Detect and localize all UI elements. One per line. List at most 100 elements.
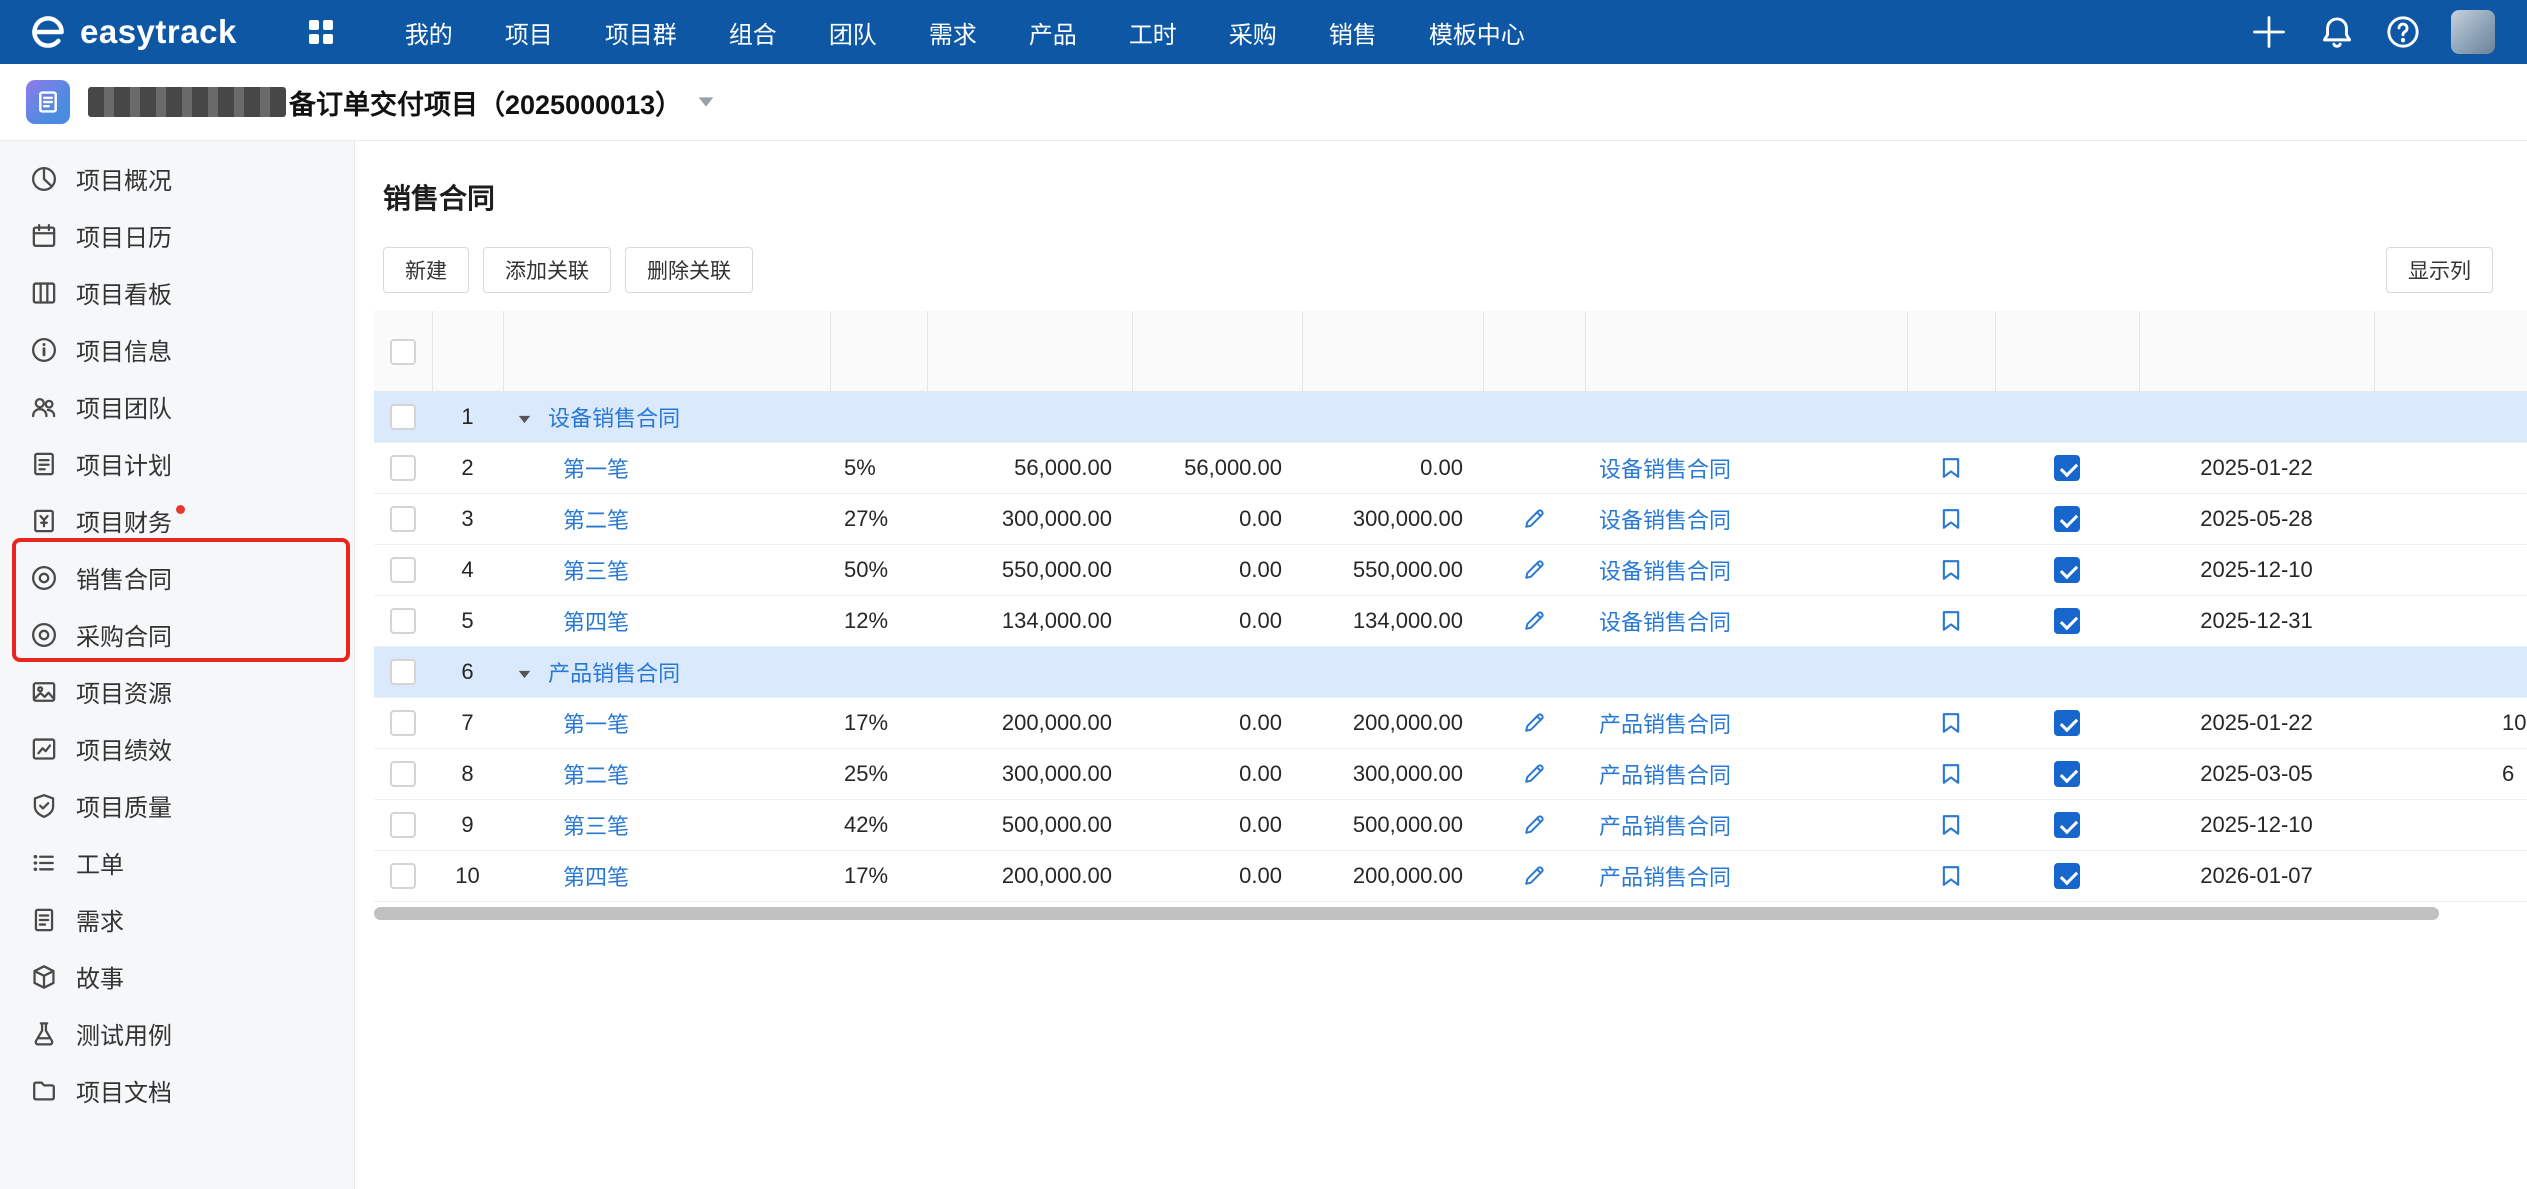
- row-seq: 3: [432, 493, 503, 544]
- collapse-caret-icon[interactable]: [517, 414, 532, 425]
- app-logo[interactable]: easytrack: [0, 12, 237, 52]
- column-header: [2139, 311, 2374, 391]
- plan-date-cell: 2025-03-05: [2139, 748, 2374, 799]
- stage-icon[interactable]: [1938, 506, 1964, 532]
- sidebar-item[interactable]: 需求: [0, 891, 354, 948]
- parent-contract-link[interactable]: 设备销售合同: [1599, 559, 1731, 584]
- collapse-caret-icon[interactable]: [517, 669, 532, 680]
- plan-source-checkbox[interactable]: [2054, 608, 2080, 634]
- nav-item[interactable]: 项目群: [579, 0, 703, 64]
- nav-item[interactable]: 产品: [1003, 0, 1103, 64]
- row-checkbox[interactable]: [390, 608, 416, 634]
- edit-payment-icon[interactable]: [1521, 608, 1547, 634]
- contract-group-link[interactable]: 设备销售合同: [548, 406, 680, 431]
- stage-icon[interactable]: [1938, 608, 1964, 634]
- sidebar-item[interactable]: 项目信息: [0, 321, 354, 378]
- row-checkbox[interactable]: [390, 557, 416, 583]
- row-checkbox[interactable]: [390, 863, 416, 889]
- plan-source-checkbox[interactable]: [2054, 506, 2080, 532]
- nav-item[interactable]: 团队: [803, 0, 903, 64]
- project-switcher-caret-icon[interactable]: [696, 95, 716, 109]
- row-checkbox[interactable]: [390, 506, 416, 532]
- scrollbar-thumb[interactable]: [374, 907, 2439, 920]
- payment-name-link[interactable]: 第二笔: [563, 763, 629, 788]
- stage-icon[interactable]: [1938, 761, 1964, 787]
- parent-contract-link[interactable]: 设备销售合同: [1599, 457, 1731, 482]
- payment-name-link[interactable]: 第二笔: [563, 508, 629, 533]
- edit-payment-icon[interactable]: [1521, 761, 1547, 787]
- payment-name-link[interactable]: 第三笔: [563, 814, 629, 839]
- plan-source-checkbox[interactable]: [2054, 812, 2080, 838]
- row-checkbox[interactable]: [390, 455, 416, 481]
- help-icon[interactable]: [2385, 14, 2421, 50]
- parent-contract-link[interactable]: 产品销售合同: [1599, 763, 1731, 788]
- payment-name-link[interactable]: 第四笔: [563, 610, 629, 635]
- nav-item[interactable]: 销售: [1303, 0, 1403, 64]
- sidebar-item[interactable]: 项目计划: [0, 435, 354, 492]
- user-avatar[interactable]: [2451, 10, 2495, 54]
- nav-item[interactable]: 工时: [1103, 0, 1203, 64]
- sidebar-item[interactable]: 项目团队: [0, 378, 354, 435]
- edit-payment-icon[interactable]: [1521, 812, 1547, 838]
- stage-icon[interactable]: [1938, 455, 1964, 481]
- bell-icon[interactable]: [2319, 14, 2355, 50]
- sidebar-item[interactable]: 测试用例: [0, 1005, 354, 1062]
- plan-source-checkbox[interactable]: [2054, 761, 2080, 787]
- sidebar-item[interactable]: 项目文档: [0, 1062, 354, 1119]
- payment-name-link[interactable]: 第三笔: [563, 559, 629, 584]
- parent-contract-link[interactable]: 产品销售合同: [1599, 712, 1731, 737]
- horizontal-scrollbar[interactable]: [374, 907, 2527, 921]
- add-icon[interactable]: [2249, 12, 2289, 52]
- sidebar-item[interactable]: 项目财务: [0, 492, 354, 549]
- app-grid-icon[interactable]: [305, 16, 337, 48]
- sidebar-item[interactable]: 项目日历: [0, 207, 354, 264]
- row-checkbox[interactable]: [390, 659, 416, 685]
- row-checkbox[interactable]: [390, 404, 416, 430]
- stage-icon[interactable]: [1938, 557, 1964, 583]
- new-button[interactable]: 新建: [383, 247, 469, 293]
- sidebar-item[interactable]: 项目资源: [0, 663, 354, 720]
- sidebar-item[interactable]: 项目质量: [0, 777, 354, 834]
- plan-source-checkbox[interactable]: [2054, 710, 2080, 736]
- edit-payment-icon[interactable]: [1521, 863, 1547, 889]
- delete-relation-button[interactable]: 删除关联: [625, 247, 753, 293]
- parent-contract-link[interactable]: 产品销售合同: [1599, 814, 1731, 839]
- show-columns-button[interactable]: 显示列: [2386, 247, 2493, 293]
- parent-contract-link[interactable]: 设备销售合同: [1599, 508, 1731, 533]
- nav-item[interactable]: 模板中心: [1403, 0, 1551, 64]
- edit-payment-icon[interactable]: [1521, 557, 1547, 583]
- payment-name-link[interactable]: 第四笔: [563, 865, 629, 890]
- contract-group-link[interactable]: 产品销售合同: [548, 661, 680, 686]
- plan-source-checkbox[interactable]: [2054, 455, 2080, 481]
- sidebar-item[interactable]: 项目概况: [0, 150, 354, 207]
- sidebar-item[interactable]: 采购合同: [0, 606, 354, 663]
- sidebar-item[interactable]: 工单: [0, 834, 354, 891]
- payment-name-link[interactable]: 第一笔: [563, 712, 629, 737]
- select-all-checkbox[interactable]: [390, 339, 416, 365]
- sidebar-item[interactable]: 销售合同: [0, 549, 354, 606]
- payment-name-link[interactable]: 第一笔: [563, 457, 629, 482]
- sidebar-item[interactable]: 故事: [0, 948, 354, 1005]
- nav-item[interactable]: 我的: [379, 0, 479, 64]
- nav-item[interactable]: 需求: [903, 0, 1003, 64]
- parent-contract-link[interactable]: 设备销售合同: [1599, 610, 1731, 635]
- row-seq: 6: [432, 646, 503, 697]
- row-checkbox[interactable]: [390, 761, 416, 787]
- nav-item[interactable]: 项目: [479, 0, 579, 64]
- row-checkbox[interactable]: [390, 812, 416, 838]
- nav-item[interactable]: 采购: [1203, 0, 1303, 64]
- stage-icon[interactable]: [1938, 710, 1964, 736]
- row-checkbox[interactable]: [390, 710, 416, 736]
- stage-icon[interactable]: [1938, 863, 1964, 889]
- sidebar-item[interactable]: 项目绩效: [0, 720, 354, 777]
- sidebar-item[interactable]: 项目看板: [0, 264, 354, 321]
- plan-source-checkbox[interactable]: [2054, 863, 2080, 889]
- stage-icon[interactable]: [1938, 812, 1964, 838]
- edit-payment-icon[interactable]: [1521, 506, 1547, 532]
- edit-payment-icon[interactable]: [1521, 710, 1547, 736]
- parent-contract-link[interactable]: 产品销售合同: [1599, 865, 1731, 890]
- plan-source-checkbox[interactable]: [2054, 557, 2080, 583]
- nav-item-label: 工时: [1129, 15, 1177, 50]
- add-relation-button[interactable]: 添加关联: [483, 247, 611, 293]
- nav-item[interactable]: 组合: [703, 0, 803, 64]
